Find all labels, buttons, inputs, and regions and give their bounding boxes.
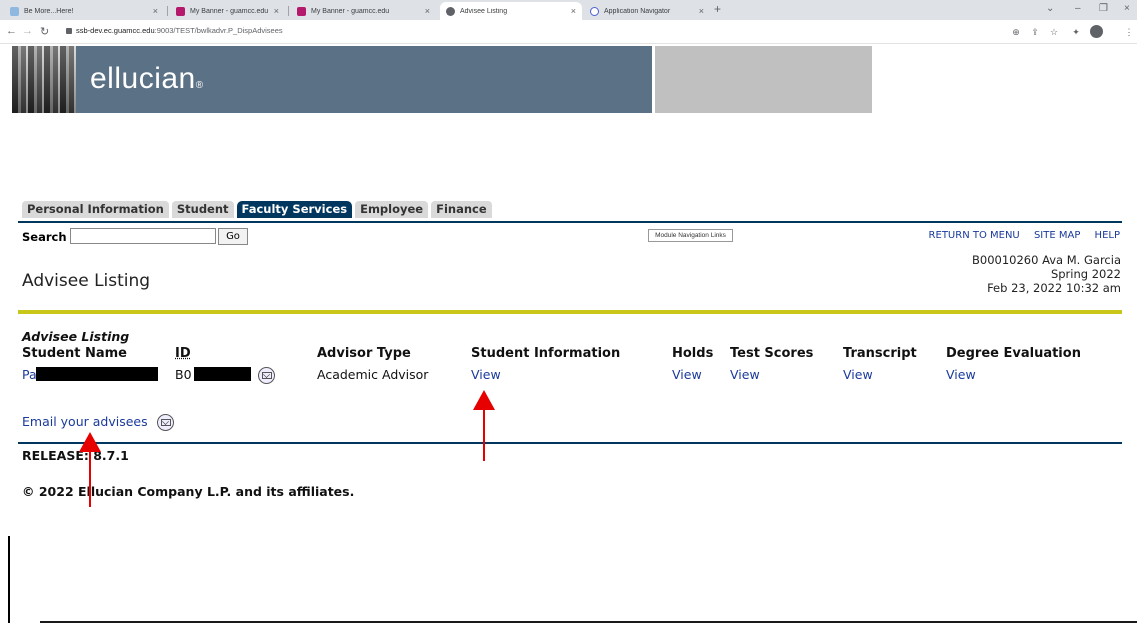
top-links: RETURN TO MENU SITE MAP HELP (918, 230, 1120, 241)
help-link[interactable]: HELP (1095, 230, 1120, 241)
minimize-icon[interactable]: – (1075, 3, 1081, 14)
frame-edge (8, 536, 10, 623)
tab-separator (167, 6, 168, 16)
url-path: :9003/TEST/bwlkadvr.P_DispAdvisees (154, 26, 283, 35)
return-to-menu-link[interactable]: RETURN TO MENU (929, 230, 1020, 241)
table-caption: Advisee Listing (22, 329, 130, 344)
browser-tab[interactable]: My Banner - guamcc.edu × (170, 2, 285, 20)
profile-avatar-icon[interactable] (1090, 25, 1103, 38)
student-information-view-link[interactable]: View (471, 367, 501, 382)
close-tab-icon[interactable]: × (425, 6, 430, 16)
site-favicon-icon (176, 6, 185, 16)
module-navigation-links-button[interactable]: Module Navigation Links (648, 229, 733, 242)
close-window-icon[interactable]: × (1124, 3, 1130, 14)
annotation-arrow-shaft (483, 409, 485, 461)
tab-faculty-services[interactable]: Faculty Services (236, 201, 353, 218)
user-info: B00010260 Ava M. Garcia Spring 2022 Feb … (972, 253, 1121, 295)
globe-icon (446, 6, 455, 16)
site-favicon-icon (10, 6, 19, 16)
tab-student[interactable]: Student (171, 201, 234, 218)
main-nav-tabs: Personal Information Student Faculty Ser… (22, 201, 495, 219)
forward-arrow-icon[interactable]: → (22, 25, 33, 37)
footer-divider (18, 442, 1122, 444)
browser-tab[interactable]: Application Navigator × (584, 2, 710, 20)
redacted-student-name (36, 367, 158, 381)
student-name-link[interactable]: Pa (22, 367, 37, 382)
term: Spring 2022 (1050, 267, 1121, 281)
browser-tab-title: My Banner - guamcc.edu (190, 7, 269, 15)
ellucian-logo[interactable]: ellucian® (90, 62, 204, 96)
holds-view-link[interactable]: View (672, 367, 702, 382)
go-button[interactable]: Go (218, 228, 248, 245)
extensions-puzzle-icon[interactable]: ✦ (1071, 27, 1081, 37)
site-map-link[interactable]: SITE MAP (1034, 230, 1080, 241)
reload-icon[interactable]: ↻ (40, 25, 49, 38)
nav-divider (18, 221, 1122, 223)
email-student-icon[interactable] (258, 367, 275, 384)
copyright: © 2022 Ellucian Company L.P. and its aff… (22, 484, 355, 499)
logo-registered-mark: ® (195, 80, 204, 91)
close-tab-icon[interactable]: × (699, 6, 704, 16)
tab-personal-information[interactable]: Personal Information (22, 201, 169, 218)
close-tab-icon[interactable]: × (571, 6, 576, 16)
browser-menu-icon[interactable]: ⋮ (1124, 27, 1134, 37)
redacted-student-id (194, 367, 251, 381)
annotation-arrow-head (473, 390, 495, 410)
app-navigator-icon (590, 6, 599, 16)
search-label: Search (22, 230, 67, 244)
browser-tab-bar: Be More...Here! × My Banner - guamcc.edu… (0, 0, 1137, 20)
search-input[interactable] (70, 228, 216, 244)
col-header-transcript: Transcript (843, 346, 917, 361)
tab-employee[interactable]: Employee (355, 201, 429, 218)
page-title: Advisee Listing (22, 271, 151, 291)
user-id-name: B00010260 Ava M. Garcia (971, 253, 1121, 267)
logo-text: ellucian (90, 62, 196, 95)
zoom-icon[interactable]: ⊕ (1011, 27, 1021, 37)
address-bar-row: ← → ↻ ssb-dev.ec.guamcc.edu:9003/TEST/bw… (0, 20, 1137, 44)
col-header-advisor-type: Advisor Type (317, 346, 411, 361)
url-host: ssb-dev.ec.guamcc.edu (76, 26, 155, 35)
browser-tab-active[interactable]: Advisee Listing × (440, 2, 582, 20)
tab-separator (288, 6, 289, 16)
back-arrow-icon[interactable]: ← (6, 25, 17, 37)
col-header-id: ID (175, 346, 191, 361)
url-field[interactable]: ssb-dev.ec.guamcc.edu:9003/TEST/bwlkadvr… (76, 26, 283, 35)
new-tab-button[interactable]: + (714, 2, 721, 16)
email-advisees-icon[interactable] (157, 414, 174, 431)
col-header-holds: Holds (672, 346, 714, 361)
col-header-student-name: Student Name (22, 346, 127, 361)
browser-tab[interactable]: My Banner - guamcc.edu × (291, 2, 436, 20)
lock-icon (66, 28, 72, 34)
col-header-student-information: Student Information (471, 346, 621, 361)
browser-tab-title: Application Navigator (604, 7, 671, 15)
annotation-arrow-head (79, 432, 101, 452)
col-header-degree-evaluation: Degree Evaluation (946, 346, 1081, 361)
tab-finance[interactable]: Finance (431, 201, 492, 218)
site-favicon-icon (297, 6, 306, 16)
close-tab-icon[interactable]: × (153, 6, 158, 16)
maximize-icon[interactable]: ❐ (1099, 3, 1108, 14)
share-icon[interactable]: ⇪ (1030, 27, 1040, 37)
browser-tab-title: My Banner - guamcc.edu (311, 7, 390, 15)
email-your-advisees-link[interactable]: Email your advisees (22, 414, 148, 429)
test-scores-view-link[interactable]: View (730, 367, 760, 382)
annotation-arrow-shaft (89, 451, 91, 507)
header-divider (18, 310, 1122, 314)
release-info: RELEASE: 8.7.1 (22, 448, 129, 463)
banner-placeholder-box (655, 46, 872, 113)
bookmark-star-icon[interactable]: ☆ (1049, 27, 1059, 37)
tab-search-icon[interactable]: ⌄ (1046, 3, 1054, 14)
date-time: Feb 23, 2022 10:32 am (987, 281, 1121, 295)
transcript-view-link[interactable]: View (843, 367, 873, 382)
degree-evaluation-view-link[interactable]: View (946, 367, 976, 382)
browser-tab-title: Advisee Listing (460, 7, 508, 15)
student-id: B0 (175, 367, 192, 382)
browser-tab[interactable]: Be More...Here! × (4, 2, 164, 20)
campus-building-image (12, 46, 76, 113)
close-tab-icon[interactable]: × (274, 6, 279, 16)
advisor-type: Academic Advisor (317, 367, 429, 382)
col-header-test-scores: Test Scores (730, 346, 814, 361)
browser-tab-title: Be More...Here! (24, 7, 74, 15)
